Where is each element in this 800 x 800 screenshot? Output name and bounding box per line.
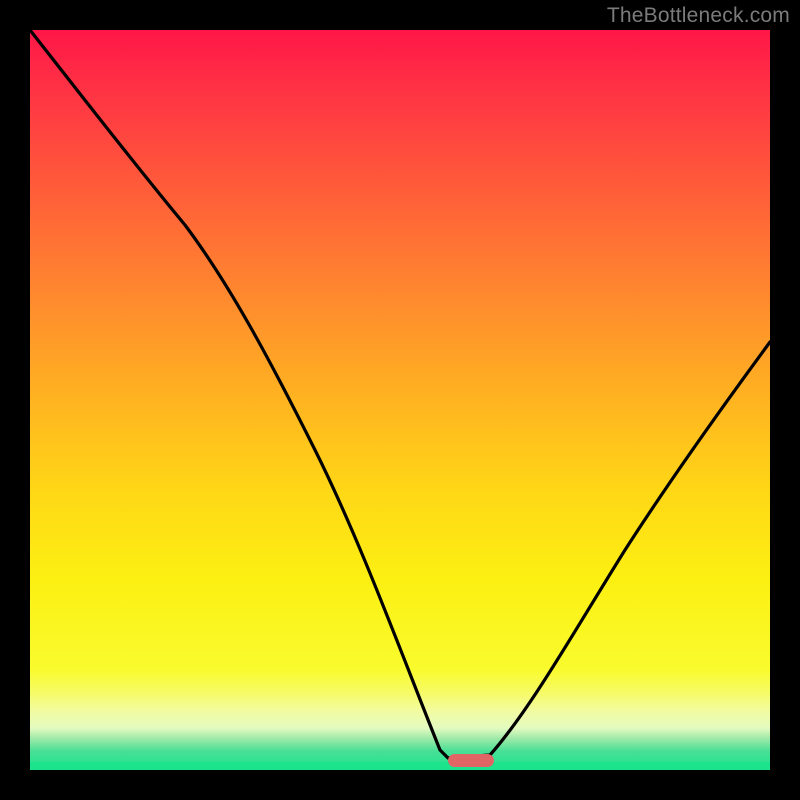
watermark-text: TheBottleneck.com bbox=[607, 4, 790, 28]
curve-path bbox=[30, 30, 770, 758]
bottleneck-curve bbox=[30, 30, 770, 770]
plot-area bbox=[30, 30, 770, 770]
optimal-marker bbox=[448, 754, 494, 767]
chart-root: TheBottleneck.com bbox=[0, 0, 800, 800]
